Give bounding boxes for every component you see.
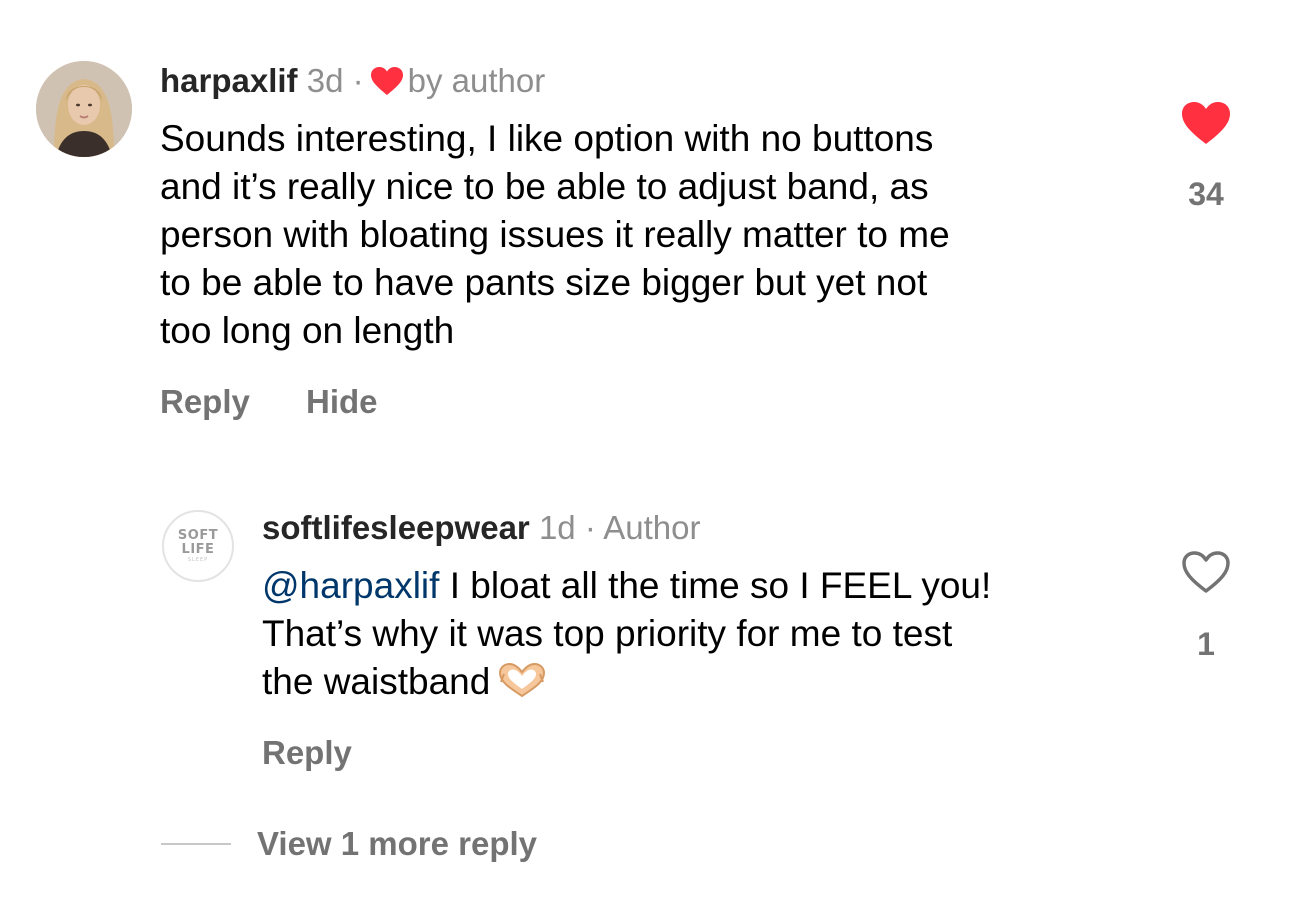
like-button[interactable] [1180,100,1232,146]
logo-text: LIFE [181,541,215,557]
view-more-replies-button[interactable]: View 1 more reply [257,824,537,864]
heart-hands-emoji [499,662,546,698]
logo-subtext: SLEEP [187,556,209,563]
username[interactable]: softlifesleepwear [262,509,530,546]
reply-text: @harpaxlif I bloat all the time so I FEE… [262,562,1142,706]
separator-dot: · [584,509,596,546]
avatar[interactable] [36,61,132,157]
like-count: 1 [1197,626,1215,662]
author-badge: Author [603,509,701,546]
comment-meta: harpaxlif 3d · by author [160,60,545,102]
reply-meta: softlifesleepwear 1d · Author [262,507,700,549]
heart-outline-icon [1182,551,1230,593]
heart-icon [370,67,403,95]
timestamp: 1d [538,509,576,546]
heart-filled-icon [1182,102,1230,144]
separator-dot: · [352,62,364,99]
reply-button[interactable]: Reply [160,382,250,422]
avatar[interactable]: SOFT LIFE SLEEP [162,510,234,582]
view-more-divider [161,843,231,845]
like-count: 34 [1188,176,1224,212]
username[interactable]: harpaxlif [160,62,298,99]
mention-link[interactable]: @harpaxlif [262,565,439,606]
like-button[interactable] [1180,549,1232,595]
hide-button[interactable]: Hide [306,382,378,422]
logo-text: SOFT [177,527,219,543]
comment-text: Sounds interesting, I like option with n… [160,118,950,351]
timestamp: 3d [306,62,344,99]
profile-photo [36,61,132,157]
liked-by-author-label: by author [407,62,546,99]
reply-button[interactable]: Reply [262,733,352,773]
